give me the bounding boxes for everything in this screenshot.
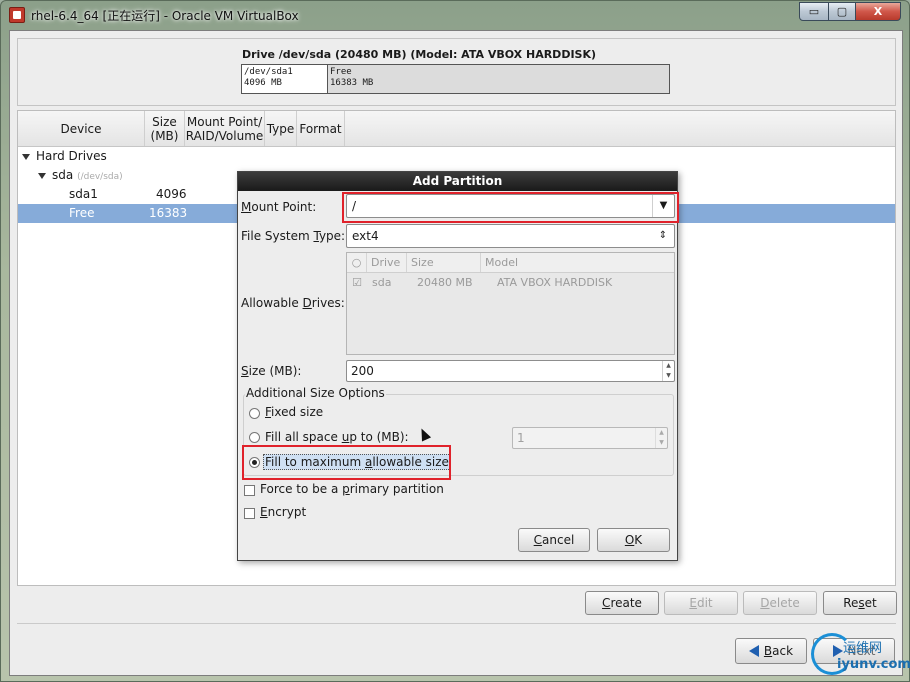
col-size[interactable]: Size (MB) — [145, 111, 185, 146]
maximize-button[interactable]: ▢ — [828, 2, 856, 21]
segment-size: 16383 MB — [330, 78, 374, 88]
primary-checkbox[interactable] — [244, 485, 255, 496]
col-mount[interactable]: Mount Point/ RAID/Volume — [185, 111, 265, 146]
delete-button[interactable]: Delete — [743, 591, 817, 615]
back-arrow-icon — [748, 645, 759, 657]
maximize-icon: ▢ — [836, 5, 848, 18]
drives-col-model: Model — [485, 256, 519, 269]
virtualbox-icon — [9, 7, 25, 23]
drives-col-drive: Drive — [367, 253, 407, 272]
fs-type-label: File System Type: — [241, 229, 346, 243]
highlight-mount-point — [342, 192, 679, 223]
row-label: Hard Drives — [36, 149, 107, 163]
fs-type-value: ext4 — [352, 229, 379, 243]
mount-point-label: Mount Point: — [241, 200, 317, 214]
fill-upto-spinbox[interactable]: 1 ▲ ▼ — [512, 427, 668, 449]
drive-bar: /dev/sda1 4096 MB Free 16383 MB — [241, 64, 670, 94]
row-size: 4096 — [156, 187, 187, 201]
window-titlebar[interactable]: rhel-6.4_64 [正在运行] - Oracle VM VirtualBo… — [1, 1, 909, 29]
col-device[interactable]: Device — [18, 111, 145, 146]
back-button[interactable]: Back — [735, 638, 807, 664]
minimize-icon: ▭ — [808, 5, 820, 18]
fill-upto-value: 1 — [517, 431, 525, 445]
vbox-window: rhel-6.4_64 [正在运行] - Oracle VM VirtualBo… — [0, 0, 910, 682]
encrypt-checkbox[interactable] — [244, 508, 255, 519]
window-title: rhel-6.4_64 [正在运行] - Oracle VM VirtualBo… — [31, 9, 299, 23]
drive-size: 20480 MB — [417, 276, 473, 289]
spin-arrows-icon[interactable]: ▲ ▼ — [655, 428, 667, 448]
dialog-title: Add Partition — [238, 172, 677, 191]
tree-header: Device Size (MB) Mount Point/ RAID/Volum… — [18, 111, 895, 147]
row-label: sda1 — [69, 187, 98, 201]
ok-button[interactable]: OK — [597, 528, 670, 552]
highlight-fill-max — [242, 445, 451, 480]
watermark-text: 运维网 — [843, 641, 883, 656]
row-hint: (/dev/sda) — [77, 172, 123, 182]
col-type[interactable]: Type — [265, 111, 297, 146]
tree-row-hard-drives[interactable]: Hard Drives — [18, 147, 895, 166]
expander-icon[interactable] — [22, 153, 30, 160]
drive-title: Drive /dev/sda (20480 MB) (Model: ATA VB… — [242, 48, 597, 61]
col-format[interactable]: Format — [297, 111, 345, 146]
size-label: Size (MB): — [241, 364, 302, 378]
segment-size: 4096 MB — [244, 78, 282, 88]
create-button[interactable]: Create — [585, 591, 659, 615]
segment-name: /dev/sda1 — [244, 67, 293, 77]
encrypt-label[interactable]: Encrypt — [260, 505, 306, 519]
watermark-url: iyunv.com — [837, 657, 910, 672]
fs-type-combo[interactable]: ext4 ⇕ — [346, 224, 675, 248]
close-icon: X — [873, 5, 883, 18]
expander-icon[interactable] — [38, 172, 46, 179]
cancel-button[interactable]: Cancel — [518, 528, 590, 552]
allowable-drives-list[interactable]: ○ Drive Size Model ☑ sda 20480 MB ATA VB… — [346, 252, 675, 355]
fill-upto-radio[interactable] — [249, 432, 260, 443]
size-spinbox[interactable]: 200 ▲ ▼ — [346, 360, 675, 382]
fixed-size-label[interactable]: Fixed size — [265, 405, 323, 419]
radio-col-icon: ○ — [347, 253, 367, 272]
drive-model: ATA VBOX HARDDISK — [497, 276, 613, 289]
drive-name: sda — [372, 276, 392, 289]
minimize-button[interactable]: ▭ — [799, 2, 829, 21]
row-label: sda — [52, 168, 74, 182]
fixed-size-radio[interactable] — [249, 408, 260, 419]
edit-button[interactable]: Edit — [664, 591, 738, 615]
separator — [17, 623, 896, 624]
close-button[interactable]: X — [855, 2, 901, 21]
spin-arrows-icon[interactable]: ▲ ▼ — [662, 361, 674, 381]
drives-row-sda[interactable]: ☑ sda 20480 MB ATA VBOX HARDDISK — [347, 273, 674, 293]
checkbox-checked-icon[interactable]: ☑ — [347, 273, 367, 293]
row-label: Free — [69, 206, 95, 220]
drive-summary: Drive /dev/sda (20480 MB) (Model: ATA VB… — [17, 38, 896, 106]
fill-upto-label[interactable]: Fill all space up to (MB): — [265, 430, 409, 444]
size-options-title: Additional Size Options — [245, 386, 386, 400]
row-size: 16383 — [149, 206, 188, 220]
watermark-logo: 运维网 iyunv.com — [809, 631, 910, 679]
allowable-drives-label: Allowable Drives: — [241, 296, 345, 310]
drive-segment-free[interactable]: Free 16383 MB — [328, 65, 669, 93]
drive-segment-sda1[interactable]: /dev/sda1 4096 MB — [242, 65, 328, 93]
drives-col-size: Size — [407, 253, 481, 272]
updown-icon[interactable]: ⇕ — [652, 225, 674, 247]
size-value: 200 — [351, 364, 374, 378]
reset-button[interactable]: Re s et — [823, 591, 897, 615]
add-partition-dialog: Add Partition Mount Point: / ▼ File Syst… — [237, 171, 679, 561]
primary-label[interactable]: Force to be a primary partition — [260, 482, 444, 496]
drives-header: ○ Drive Size Model — [347, 253, 674, 273]
segment-name: Free — [330, 67, 352, 77]
